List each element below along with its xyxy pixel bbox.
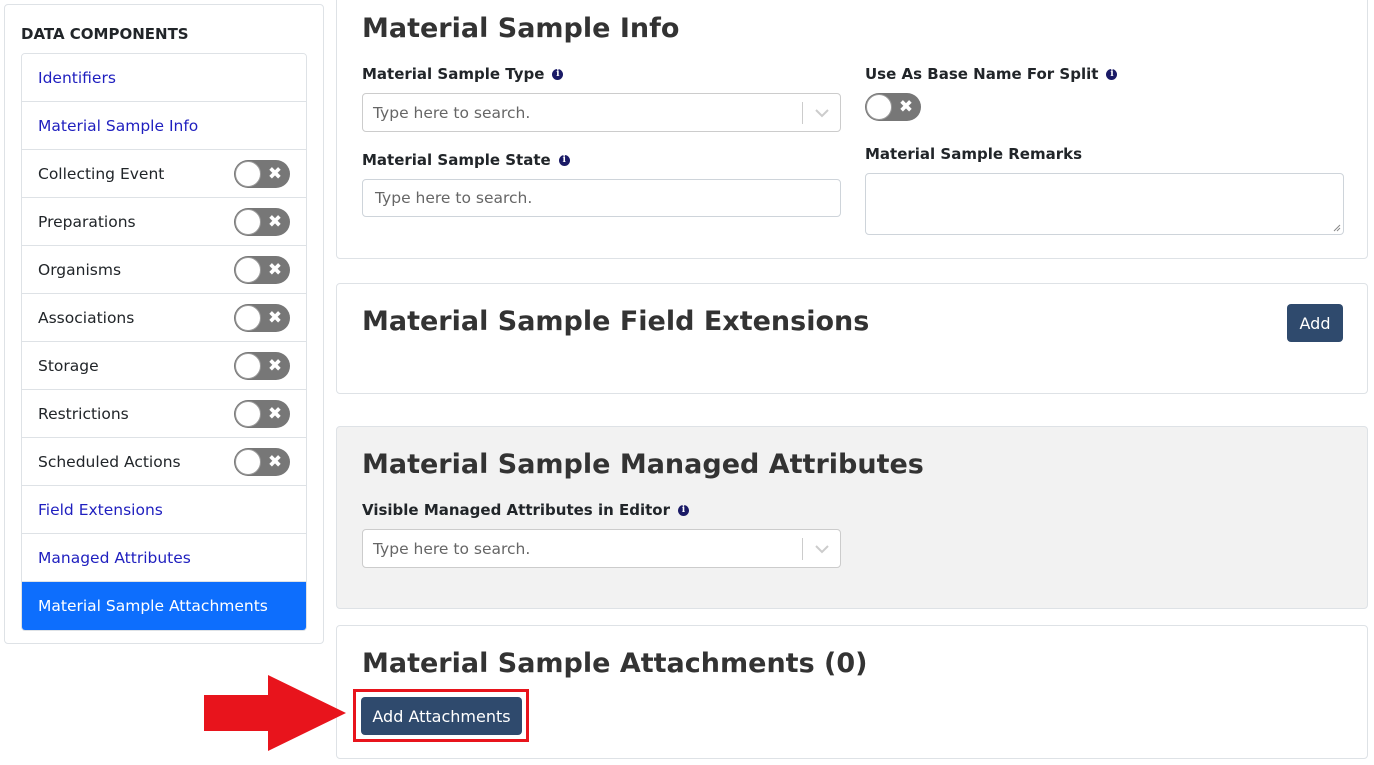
sidebar-item-storage: Storage ✖ <box>22 342 306 390</box>
sidebar-item-identifiers[interactable]: Identifiers <box>22 54 306 102</box>
close-icon: ✖ <box>267 451 283 472</box>
close-icon: ✖ <box>267 259 283 280</box>
select-placeholder: Type here to search. <box>373 103 531 122</box>
toggle-knob <box>235 352 261 379</box>
sidebar-item-label: Field Extensions <box>38 500 163 519</box>
field-extensions-card: Material Sample Field Extensions Add <box>336 283 1368 394</box>
restrictions-toggle[interactable]: ✖ <box>234 399 290 428</box>
visible-managed-attributes-select[interactable]: Type here to search. <box>362 529 841 568</box>
close-icon: ✖ <box>267 211 283 232</box>
toggle-knob <box>235 208 261 235</box>
chevron-down-icon[interactable] <box>803 530 840 567</box>
resize-handle-icon[interactable] <box>1333 224 1341 232</box>
sidebar-item-label: Material Sample Info <box>38 116 199 135</box>
sidebar-item-label: Storage <box>38 356 99 375</box>
toggle-knob <box>235 400 261 427</box>
sidebar-item-label: Identifiers <box>38 68 116 87</box>
sidebar-item-label: Preparations <box>38 212 136 231</box>
input-placeholder: Type here to search. <box>375 189 533 207</box>
highlight-box <box>353 689 529 742</box>
section-title: Material Sample Managed Attributes <box>362 449 924 480</box>
sidebar-title: DATA COMPONENTS <box>21 25 189 43</box>
sidebar-item-label: Associations <box>38 308 135 327</box>
sidebar-item-collecting-event: Collecting Event ✖ <box>22 150 306 198</box>
field-label-text: Material Sample Remarks <box>865 145 1083 163</box>
data-components-sidebar: DATA COMPONENTS Identifiers Material Sam… <box>4 4 324 644</box>
sidebar-item-organisms: Organisms ✖ <box>22 246 306 294</box>
sidebar-item-label: Restrictions <box>38 404 129 423</box>
managed-attributes-card: Material Sample Managed Attributes Visib… <box>336 426 1368 609</box>
sidebar-item-field-extensions[interactable]: Field Extensions <box>22 486 306 534</box>
chevron-down-icon[interactable] <box>803 94 840 131</box>
scheduled-actions-toggle[interactable]: ✖ <box>234 447 290 476</box>
close-icon: ✖ <box>267 163 283 184</box>
info-icon[interactable]: i <box>558 154 570 166</box>
info-icon[interactable]: i <box>678 504 689 516</box>
organisms-toggle[interactable]: ✖ <box>234 255 290 284</box>
sidebar-item-material-sample-attachments[interactable]: Material Sample Attachments <box>22 582 306 630</box>
section-title: Material Sample Attachments (0) <box>362 648 868 679</box>
toggle-knob <box>866 94 892 120</box>
add-field-extension-button[interactable]: Add <box>1287 304 1343 342</box>
section-title: Material Sample Field Extensions <box>362 306 870 337</box>
info-icon[interactable]: i <box>1106 68 1118 80</box>
sidebar-nav: Identifiers Material Sample Info Collect… <box>21 53 307 631</box>
preparations-toggle[interactable]: ✖ <box>234 207 290 236</box>
close-icon: ✖ <box>898 97 914 117</box>
material-sample-state-label: Material Sample State i <box>362 151 570 169</box>
collecting-event-toggle[interactable]: ✖ <box>234 159 290 188</box>
sidebar-item-label: Organisms <box>38 260 122 279</box>
sidebar-item-material-sample-info[interactable]: Material Sample Info <box>22 102 306 150</box>
material-sample-state-input[interactable]: Type here to search. <box>362 179 841 217</box>
sidebar-item-label: Collecting Event <box>38 164 165 183</box>
toggle-knob <box>235 304 261 331</box>
toggle-knob <box>235 256 261 283</box>
material-sample-type-label: Material Sample Type i <box>362 65 564 83</box>
red-arrow-icon <box>204 675 346 751</box>
close-icon: ✖ <box>267 403 283 424</box>
field-label-text: Material Sample State <box>362 151 551 169</box>
info-icon[interactable]: i <box>552 68 564 80</box>
close-icon: ✖ <box>267 307 283 328</box>
toggle-knob <box>235 160 261 187</box>
visible-managed-attributes-label: Visible Managed Attributes in Editor i <box>362 501 689 519</box>
sidebar-item-associations: Associations ✖ <box>22 294 306 342</box>
sidebar-item-restrictions: Restrictions ✖ <box>22 390 306 438</box>
sidebar-item-label: Managed Attributes <box>38 548 191 567</box>
material-sample-remarks-label: Material Sample Remarks <box>865 145 1082 163</box>
section-title: Material Sample Info <box>362 13 680 44</box>
material-sample-info-card: Material Sample Info Material Sample Typ… <box>336 0 1368 259</box>
sidebar-item-managed-attributes[interactable]: Managed Attributes <box>22 534 306 582</box>
sidebar-item-label: Scheduled Actions <box>38 452 181 471</box>
select-placeholder: Type here to search. <box>373 539 531 558</box>
material-sample-type-select[interactable]: Type here to search. <box>362 93 841 132</box>
associations-toggle[interactable]: ✖ <box>234 303 290 332</box>
use-as-base-name-toggle[interactable]: ✖ <box>865 93 921 121</box>
field-label-text: Material Sample Type <box>362 65 545 83</box>
field-label-text: Use As Base Name For Split <box>865 65 1099 83</box>
field-label-text: Visible Managed Attributes in Editor <box>362 501 670 519</box>
sidebar-item-label: Material Sample Attachments <box>38 597 268 615</box>
sidebar-item-preparations: Preparations ✖ <box>22 198 306 246</box>
use-as-base-name-label: Use As Base Name For Split i <box>865 65 1118 83</box>
close-icon: ✖ <box>267 355 283 376</box>
material-sample-remarks-textarea[interactable] <box>865 173 1344 235</box>
toggle-knob <box>235 448 261 475</box>
storage-toggle[interactable]: ✖ <box>234 351 290 380</box>
sidebar-item-scheduled-actions: Scheduled Actions ✖ <box>22 438 306 486</box>
